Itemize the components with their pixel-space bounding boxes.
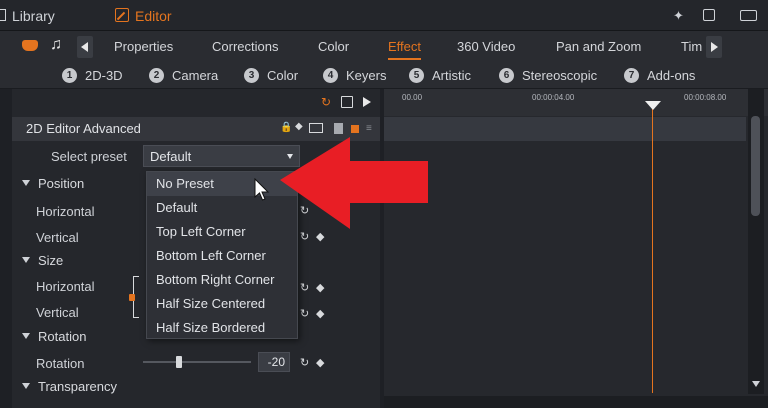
effect-tabs-bar: ♫ Properties Corrections Color Effect 36… — [0, 31, 768, 63]
category-2d-3d[interactable]: 1 2D-3D — [62, 68, 123, 83]
preset-select-value: Default — [150, 149, 192, 164]
scroll-down-icon[interactable] — [752, 381, 760, 387]
reset-icon[interactable]: ↻ — [321, 95, 331, 109]
position-horizontal-label: Horizontal — [36, 204, 95, 219]
section-position[interactable]: Position — [22, 176, 84, 191]
top-bar: Library Editor ✦ — [0, 0, 768, 31]
horizontal-scrollbar[interactable] — [384, 396, 768, 408]
effect-title: 2D Editor Advanced — [26, 121, 141, 136]
library-icon — [0, 9, 6, 21]
category-color[interactable]: 3 Color — [244, 68, 298, 83]
library-tab[interactable]: Library — [12, 8, 55, 24]
tab-corrections[interactable]: Corrections — [212, 39, 278, 54]
effect-categories-bar: 1 2D-3D 2 Camera 3 Color 4 Keyers 5 Artistic … — [0, 63, 768, 89]
reset-icon[interactable]: ↻ — [300, 307, 309, 320]
media-icon[interactable] — [22, 40, 38, 51]
mouse-cursor-icon — [254, 178, 270, 201]
save-icon[interactable] — [341, 96, 353, 108]
rotation-value[interactable]: -20 — [258, 352, 290, 372]
reset-icon[interactable]: ↻ — [300, 281, 309, 294]
layout-icon[interactable] — [740, 10, 757, 21]
effect-color-icon — [351, 125, 359, 133]
section-size[interactable]: Size — [22, 253, 63, 268]
rotation-label: Rotation — [36, 356, 85, 371]
timecode-end: 00:00:08.00 — [684, 93, 727, 102]
category-artistic[interactable]: 5 Artistic — [409, 68, 471, 83]
preset-option-bottom-right-corner[interactable]: Bottom Right Corner — [147, 268, 297, 292]
panel-toolstrip: ↻ — [12, 89, 380, 116]
category-add-ons[interactable]: 7 Add-ons — [624, 68, 695, 83]
category-keyers[interactable]: 4 Keyers — [323, 68, 386, 83]
editor-tab[interactable]: Editor — [135, 8, 172, 24]
tabs-scroll-right-button[interactable] — [706, 36, 722, 58]
rotation-slider[interactable] — [143, 361, 251, 363]
reset-icon[interactable]: ↻ — [300, 356, 309, 369]
timecode-start: 00.00 — [402, 93, 423, 102]
play-icon[interactable] — [363, 97, 371, 107]
vertical-scrollbar-thumb[interactable] — [751, 116, 760, 216]
editor-edit-icon — [115, 8, 129, 22]
position-vertical-label: Vertical — [36, 230, 79, 245]
image-icon[interactable] — [309, 123, 323, 133]
select-preset-label: Select preset — [51, 149, 127, 164]
tab-pan-and-zoom[interactable]: Pan and Zoom — [556, 39, 641, 54]
keyframe-icon[interactable]: ◆ — [316, 356, 324, 369]
keyframe-icon[interactable]: ◆ — [316, 281, 324, 294]
section-rotation[interactable]: Rotation — [22, 329, 86, 344]
timeline-effect-track[interactable] — [384, 117, 746, 141]
tab-effect[interactable]: Effect — [388, 39, 422, 60]
tabs-scroll-left-button[interactable] — [77, 36, 93, 58]
tab-timeline-partial[interactable]: Tim — [681, 39, 702, 54]
section-transparency[interactable]: Transparency — [22, 379, 117, 394]
tab-color[interactable]: Color — [318, 39, 349, 54]
red-arrow-annotation — [280, 137, 428, 229]
wand-icon[interactable]: ✦ — [673, 8, 684, 24]
size-horizontal-label: Horizontal — [36, 279, 95, 294]
lock-icon[interactable]: 🔒 — [280, 122, 292, 133]
keyframe-icon[interactable]: ◆ — [295, 121, 303, 132]
playhead-line — [652, 108, 653, 393]
tab-properties[interactable]: Properties — [114, 39, 173, 54]
aspect-lock-icon[interactable] — [129, 294, 135, 301]
timecode-mid: 00:00:04.00 — [532, 93, 575, 102]
category-stereoscopic[interactable]: 6 Stereoscopic — [499, 68, 597, 83]
playhead-handle[interactable] — [645, 101, 661, 110]
music-note-icon[interactable]: ♫ — [50, 36, 62, 54]
rotation-slider-thumb[interactable] — [175, 356, 182, 368]
size-vertical-label: Vertical — [36, 305, 79, 320]
preset-option-bottom-left-corner[interactable]: Bottom Left Corner — [147, 244, 297, 268]
copy-window-icon[interactable] — [703, 9, 715, 21]
preset-option-half-size-centered[interactable]: Half Size Centered — [147, 292, 297, 316]
category-camera[interactable]: 2 Camera — [149, 68, 218, 83]
preset-option-half-size-bordered[interactable]: Half Size Bordered — [147, 316, 297, 340]
tab-360-video[interactable]: 360 Video — [457, 39, 515, 54]
keyframe-icon[interactable]: ◆ — [316, 307, 324, 320]
